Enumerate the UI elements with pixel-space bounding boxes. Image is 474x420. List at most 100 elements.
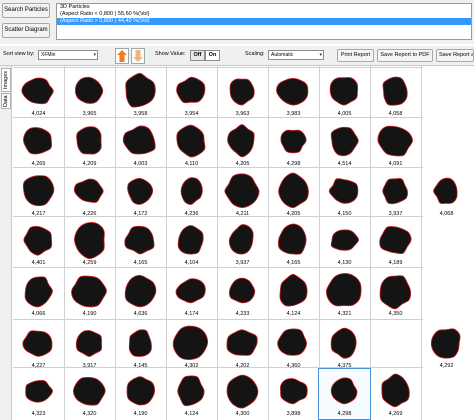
particle-cell[interactable]: 4,226 xyxy=(64,169,115,219)
particle-cell[interactable]: 3,917 xyxy=(64,321,115,371)
particle-cell[interactable]: 4,217 xyxy=(13,169,64,219)
particle-cell[interactable]: 4,236 xyxy=(166,169,217,219)
particle-value: 4,205 xyxy=(286,211,301,217)
particle-cell[interactable]: 4,320 xyxy=(64,369,115,419)
filter-list-item[interactable]: 3D Particles xyxy=(57,4,471,11)
particle-cell[interactable]: 4,209 xyxy=(64,119,115,169)
particle-cell[interactable]: 4,130 xyxy=(319,218,370,268)
particle-cell[interactable]: 4,514 xyxy=(319,119,370,169)
sort-ascending-button[interactable] xyxy=(115,48,129,64)
particle-cell[interactable]: 4,233 xyxy=(217,269,268,319)
particle-image xyxy=(277,328,308,356)
particle-cell[interactable]: 4,058 xyxy=(370,69,421,119)
sort-view-select[interactable]: XFMin ▾ xyxy=(38,50,98,60)
particle-image xyxy=(177,225,204,255)
particle-cell[interactable]: 3,965 xyxy=(64,69,115,119)
search-particles-button[interactable]: Search Particles xyxy=(2,3,50,18)
particle-image xyxy=(126,376,156,406)
particle-cell[interactable]: 4,323 xyxy=(13,369,64,419)
particle-cell[interactable]: 3,954 xyxy=(166,69,217,119)
filter-list-item-selected[interactable]: (Aspect Ratio > 0,800 ) 44,40 %(Vol) xyxy=(57,18,471,25)
particle-image xyxy=(280,129,307,154)
particle-cell[interactable]: 4,124 xyxy=(166,369,217,419)
particle-cell[interactable]: 4,091 xyxy=(370,119,421,169)
particle-image xyxy=(382,76,408,106)
save-report-pdf-button[interactable]: Save Report to PDF xyxy=(377,49,433,62)
particle-value: 4,024 xyxy=(31,111,46,117)
particle-value: 3,937 xyxy=(388,211,403,217)
particle-cell[interactable]: 3,898 xyxy=(268,369,319,419)
particle-cell[interactable]: 4,360 xyxy=(268,321,319,371)
tab-images[interactable]: Images xyxy=(1,68,11,92)
particle-cell[interactable]: 4,190 xyxy=(64,269,115,319)
particle-cell[interactable]: 4,401 xyxy=(13,218,64,268)
particle-cell[interactable]: 4,350 xyxy=(370,269,421,319)
particle-image xyxy=(377,125,413,157)
particle-cell[interactable]: 4,124 xyxy=(268,269,319,319)
print-report-button[interactable]: Print Report xyxy=(337,49,374,62)
particle-image xyxy=(21,77,54,105)
sort-ascending-icon xyxy=(117,50,127,62)
particle-value: 4,259 xyxy=(82,260,97,266)
particle-gallery[interactable]: 4,024 3,965 3,958 3,954 3,963 3,983 4,005 4,058… xyxy=(13,66,474,420)
particle-cell[interactable]: 4,321 xyxy=(319,269,370,319)
particle-cell[interactable]: 4,165 xyxy=(115,218,166,268)
tab-data[interactable]: Data xyxy=(1,93,11,109)
show-value-on-toggle[interactable]: On xyxy=(205,50,220,61)
particle-cell[interactable]: 4,150 xyxy=(319,169,370,219)
particle-image xyxy=(24,276,53,308)
particle-value: 4,174 xyxy=(184,311,199,317)
particle-cell[interactable]: 4,227 xyxy=(13,321,64,371)
particle-cell[interactable]: 4,292 xyxy=(421,321,472,371)
particle-cell[interactable]: 4,110 xyxy=(166,119,217,169)
particle-cell[interactable]: 4,024 xyxy=(13,69,64,119)
particle-cell[interactable]: 4,636 xyxy=(115,269,166,319)
particle-cell[interactable]: 3,958 xyxy=(115,69,166,119)
particle-cell[interactable]: 4,302 xyxy=(166,321,217,371)
particle-cell[interactable]: 4,205 xyxy=(217,119,268,169)
particle-cell[interactable]: 4,259 xyxy=(64,218,115,268)
particle-cell[interactable]: 4,172 xyxy=(115,169,166,219)
particle-cell[interactable]: 4,375 xyxy=(319,321,370,371)
particle-value: 4,091 xyxy=(388,161,403,167)
save-report-as-button[interactable]: Save Report as xyxy=(436,49,474,62)
particle-image xyxy=(127,177,154,205)
particle-cell[interactable]: 4,298 xyxy=(268,119,319,169)
particle-cell[interactable]: 3,963 xyxy=(217,69,268,119)
particle-cell[interactable]: 4,202 xyxy=(217,321,268,371)
particle-cell[interactable]: 4,174 xyxy=(166,269,217,319)
filter-list[interactable]: 3D Particles (Aspect Ratio < 0,800 ) 55,… xyxy=(56,3,472,40)
particle-value: 4,110 xyxy=(184,161,199,167)
particle-cell[interactable]: 4,300 xyxy=(217,369,268,419)
particle-cell[interactable]: 4,104 xyxy=(166,218,217,268)
particle-cell[interactable]: 4,190 xyxy=(115,369,166,419)
particle-cell[interactable]: 3,983 xyxy=(268,69,319,119)
particle-cell[interactable]: 4,003 xyxy=(115,119,166,169)
particle-cell[interactable]: 4,211 xyxy=(217,169,268,219)
particle-value: 4,165 xyxy=(133,260,148,266)
particle-cell[interactable]: 4,066 xyxy=(13,269,64,319)
particle-image xyxy=(72,376,106,406)
filter-list-item[interactable]: (Aspect Ratio < 0,800 ) 55,60 %(Vol) xyxy=(57,11,471,18)
particle-cell[interactable]: 4,269 xyxy=(370,369,421,419)
scatter-diagram-button[interactable]: Scatter Diagram xyxy=(2,23,50,38)
particle-cell[interactable]: 4,205 xyxy=(268,169,319,219)
particle-image xyxy=(330,229,359,251)
particle-cell[interactable]: 4,189 xyxy=(370,218,421,268)
particle-value: 4,292 xyxy=(439,363,454,369)
particle-cell[interactable]: 4,068 xyxy=(421,169,472,219)
particle-cell[interactable]: 4,005 xyxy=(319,69,370,119)
scaling-value: Automatic xyxy=(271,52,294,58)
scaling-select[interactable]: Automatic ▾ xyxy=(268,50,324,60)
particle-image xyxy=(176,124,206,158)
particle-value: 4,172 xyxy=(133,211,148,217)
particle-cell[interactable]: 4,298 xyxy=(318,368,371,420)
particle-cell[interactable]: 3,937 xyxy=(370,169,421,219)
particle-cell[interactable]: 4,145 xyxy=(115,321,166,371)
particle-cell[interactable]: 4,265 xyxy=(13,119,64,169)
particle-cell[interactable]: 3,937 xyxy=(217,218,268,268)
show-value-off-toggle[interactable]: Off xyxy=(190,50,205,61)
particle-cell[interactable]: 4,165 xyxy=(268,218,319,268)
sort-descending-button[interactable] xyxy=(131,48,145,64)
particle-value: 4,233 xyxy=(235,311,250,317)
